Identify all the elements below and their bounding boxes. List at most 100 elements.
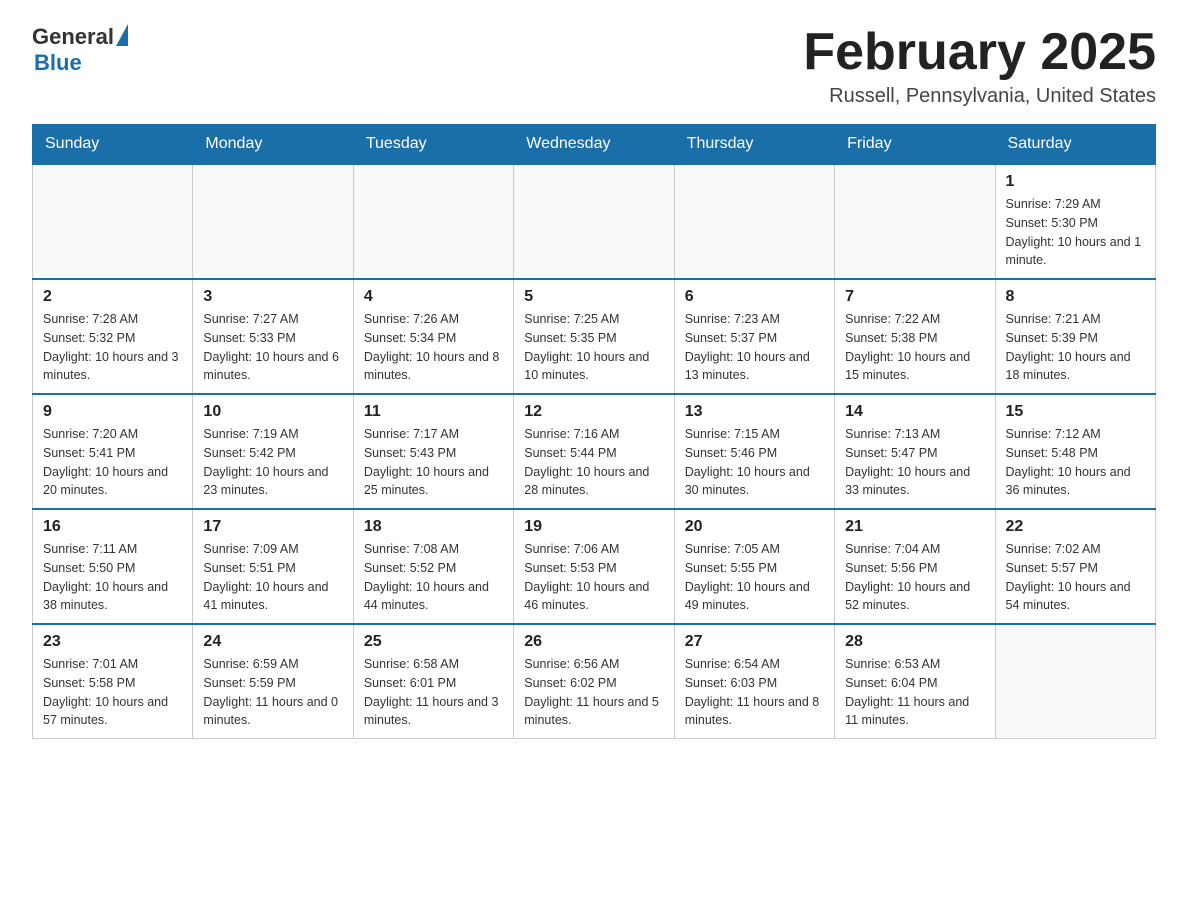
day-number: 4	[364, 288, 503, 306]
day-info: Sunrise: 7:21 AMSunset: 5:39 PMDaylight:…	[1006, 310, 1145, 385]
title-section: February 2025 Russell, Pennsylvania, Uni…	[803, 24, 1156, 108]
calendar-day-cell: 5 Sunrise: 7:25 AMSunset: 5:35 PMDaylight…	[514, 279, 674, 394]
day-number: 10	[203, 403, 342, 421]
day-info: Sunrise: 6:53 AMSunset: 6:04 PMDaylight:…	[845, 655, 984, 730]
calendar-day-cell: 8 Sunrise: 7:21 AMSunset: 5:39 PMDaylight…	[995, 279, 1155, 394]
day-info: Sunrise: 7:23 AMSunset: 5:37 PMDaylight:…	[685, 310, 824, 385]
logo: General Blue	[32, 24, 128, 76]
day-number: 9	[43, 403, 182, 421]
calendar-day-cell: 24 Sunrise: 6:59 AMSunset: 5:59 PMDayligh…	[193, 624, 353, 739]
day-info: Sunrise: 7:26 AMSunset: 5:34 PMDaylight:…	[364, 310, 503, 385]
calendar-day-cell	[674, 164, 834, 279]
day-number: 12	[524, 403, 663, 421]
day-number: 3	[203, 288, 342, 306]
day-number: 15	[1006, 403, 1145, 421]
calendar-day-cell: 6 Sunrise: 7:23 AMSunset: 5:37 PMDaylight…	[674, 279, 834, 394]
day-info: Sunrise: 7:25 AMSunset: 5:35 PMDaylight:…	[524, 310, 663, 385]
calendar-day-cell: 10 Sunrise: 7:19 AMSunset: 5:42 PMDayligh…	[193, 394, 353, 509]
calendar-day-cell: 16 Sunrise: 7:11 AMSunset: 5:50 PMDayligh…	[33, 509, 193, 624]
calendar-day-cell: 21Sunrise: 7:04 AMSunset: 5:56 PMDayligh…	[835, 509, 995, 624]
day-info: Sunrise: 6:59 AMSunset: 5:59 PMDaylight:…	[203, 655, 342, 730]
calendar-table: SundayMondayTuesdayWednesdayThursdayFrid…	[32, 124, 1156, 739]
logo-general-text: General	[32, 24, 114, 50]
calendar-day-cell: 4 Sunrise: 7:26 AMSunset: 5:34 PMDaylight…	[353, 279, 513, 394]
day-of-week-header: Wednesday	[514, 125, 674, 165]
day-of-week-header: Saturday	[995, 125, 1155, 165]
calendar-day-cell: 23 Sunrise: 7:01 AMSunset: 5:58 PMDayligh…	[33, 624, 193, 739]
calendar-day-cell	[193, 164, 353, 279]
day-info: Sunrise: 7:19 AMSunset: 5:42 PMDaylight:…	[203, 425, 342, 500]
day-of-week-header: Friday	[835, 125, 995, 165]
day-info: Sunrise: 7:11 AMSunset: 5:50 PMDaylight:…	[43, 540, 182, 615]
day-number: 5	[524, 288, 663, 306]
day-number: 27	[685, 633, 824, 651]
calendar-day-cell: 1 Sunrise: 7:29 AMSunset: 5:30 PMDaylight…	[995, 164, 1155, 279]
day-of-week-header: Monday	[193, 125, 353, 165]
day-number: 1	[1006, 173, 1145, 191]
day-number: 13	[685, 403, 824, 421]
day-number: 24	[203, 633, 342, 651]
day-number: 25	[364, 633, 503, 651]
calendar-day-cell: 3 Sunrise: 7:27 AMSunset: 5:33 PMDaylight…	[193, 279, 353, 394]
day-info: Sunrise: 7:17 AMSunset: 5:43 PMDaylight:…	[364, 425, 503, 500]
day-number: 22	[1006, 518, 1145, 536]
day-number: 2	[43, 288, 182, 306]
day-number: 26	[524, 633, 663, 651]
day-info: Sunrise: 7:20 AMSunset: 5:41 PMDaylight:…	[43, 425, 182, 500]
day-info: Sunrise: 7:02 AMSunset: 5:57 PMDaylight:…	[1006, 540, 1145, 615]
day-number: 17	[203, 518, 342, 536]
calendar-day-cell: 26 Sunrise: 6:56 AMSunset: 6:02 PMDayligh…	[514, 624, 674, 739]
month-title: February 2025	[803, 24, 1156, 81]
day-number: 16	[43, 518, 182, 536]
calendar-day-cell	[835, 164, 995, 279]
day-info: Sunrise: 7:22 AMSunset: 5:38 PMDaylight:…	[845, 310, 984, 385]
day-info: Sunrise: 7:28 AMSunset: 5:32 PMDaylight:…	[43, 310, 182, 385]
day-of-week-header: Tuesday	[353, 125, 513, 165]
calendar-week-row: 9 Sunrise: 7:20 AMSunset: 5:41 PMDaylight…	[33, 394, 1156, 509]
day-info: Sunrise: 7:27 AMSunset: 5:33 PMDaylight:…	[203, 310, 342, 385]
calendar-day-cell: 28 Sunrise: 6:53 AMSunset: 6:04 PMDayligh…	[835, 624, 995, 739]
calendar-day-cell: 25 Sunrise: 6:58 AMSunset: 6:01 PMDayligh…	[353, 624, 513, 739]
calendar-day-cell: 13 Sunrise: 7:15 AMSunset: 5:46 PMDayligh…	[674, 394, 834, 509]
day-info: Sunrise: 7:05 AMSunset: 5:55 PMDaylight:…	[685, 540, 824, 615]
page-header: General Blue February 2025 Russell, Penn…	[32, 24, 1156, 108]
location-text: Russell, Pennsylvania, United States	[803, 85, 1156, 108]
calendar-day-cell: 17 Sunrise: 7:09 AMSunset: 5:51 PMDayligh…	[193, 509, 353, 624]
day-info: Sunrise: 6:54 AMSunset: 6:03 PMDaylight:…	[685, 655, 824, 730]
calendar-day-cell: 15Sunrise: 7:12 AMSunset: 5:48 PMDayligh…	[995, 394, 1155, 509]
calendar-day-cell: 19 Sunrise: 7:06 AMSunset: 5:53 PMDayligh…	[514, 509, 674, 624]
calendar-day-cell: 27 Sunrise: 6:54 AMSunset: 6:03 PMDayligh…	[674, 624, 834, 739]
day-info: Sunrise: 6:56 AMSunset: 6:02 PMDaylight:…	[524, 655, 663, 730]
day-info: Sunrise: 7:08 AMSunset: 5:52 PMDaylight:…	[364, 540, 503, 615]
day-info: Sunrise: 7:16 AMSunset: 5:44 PMDaylight:…	[524, 425, 663, 500]
logo-triangle-icon	[116, 24, 128, 46]
calendar-day-cell: 2 Sunrise: 7:28 AMSunset: 5:32 PMDaylight…	[33, 279, 193, 394]
day-info: Sunrise: 6:58 AMSunset: 6:01 PMDaylight:…	[364, 655, 503, 730]
calendar-day-cell: 11 Sunrise: 7:17 AMSunset: 5:43 PMDayligh…	[353, 394, 513, 509]
day-number: 14	[845, 403, 984, 421]
calendar-day-cell: 7 Sunrise: 7:22 AMSunset: 5:38 PMDaylight…	[835, 279, 995, 394]
day-info: Sunrise: 7:15 AMSunset: 5:46 PMDaylight:…	[685, 425, 824, 500]
day-number: 28	[845, 633, 984, 651]
day-info: Sunrise: 7:29 AMSunset: 5:30 PMDaylight:…	[1006, 195, 1145, 270]
day-info: Sunrise: 7:09 AMSunset: 5:51 PMDaylight:…	[203, 540, 342, 615]
calendar-day-cell: 12 Sunrise: 7:16 AMSunset: 5:44 PMDayligh…	[514, 394, 674, 509]
day-info: Sunrise: 7:01 AMSunset: 5:58 PMDaylight:…	[43, 655, 182, 730]
day-number: 7	[845, 288, 984, 306]
day-of-week-header: Sunday	[33, 125, 193, 165]
calendar-day-cell: 20 Sunrise: 7:05 AMSunset: 5:55 PMDayligh…	[674, 509, 834, 624]
day-number: 19	[524, 518, 663, 536]
calendar-day-cell: 18Sunrise: 7:08 AMSunset: 5:52 PMDayligh…	[353, 509, 513, 624]
day-info: Sunrise: 7:04 AMSunset: 5:56 PMDaylight:…	[845, 540, 984, 615]
calendar-header-row: SundayMondayTuesdayWednesdayThursdayFrid…	[33, 125, 1156, 165]
calendar-day-cell	[995, 624, 1155, 739]
day-number: 23	[43, 633, 182, 651]
day-number: 11	[364, 403, 503, 421]
calendar-week-row: 23 Sunrise: 7:01 AMSunset: 5:58 PMDayligh…	[33, 624, 1156, 739]
day-info: Sunrise: 7:06 AMSunset: 5:53 PMDaylight:…	[524, 540, 663, 615]
day-number: 8	[1006, 288, 1145, 306]
day-info: Sunrise: 7:13 AMSunset: 5:47 PMDaylight:…	[845, 425, 984, 500]
day-number: 6	[685, 288, 824, 306]
day-number: 20	[685, 518, 824, 536]
calendar-week-row: 16 Sunrise: 7:11 AMSunset: 5:50 PMDayligh…	[33, 509, 1156, 624]
